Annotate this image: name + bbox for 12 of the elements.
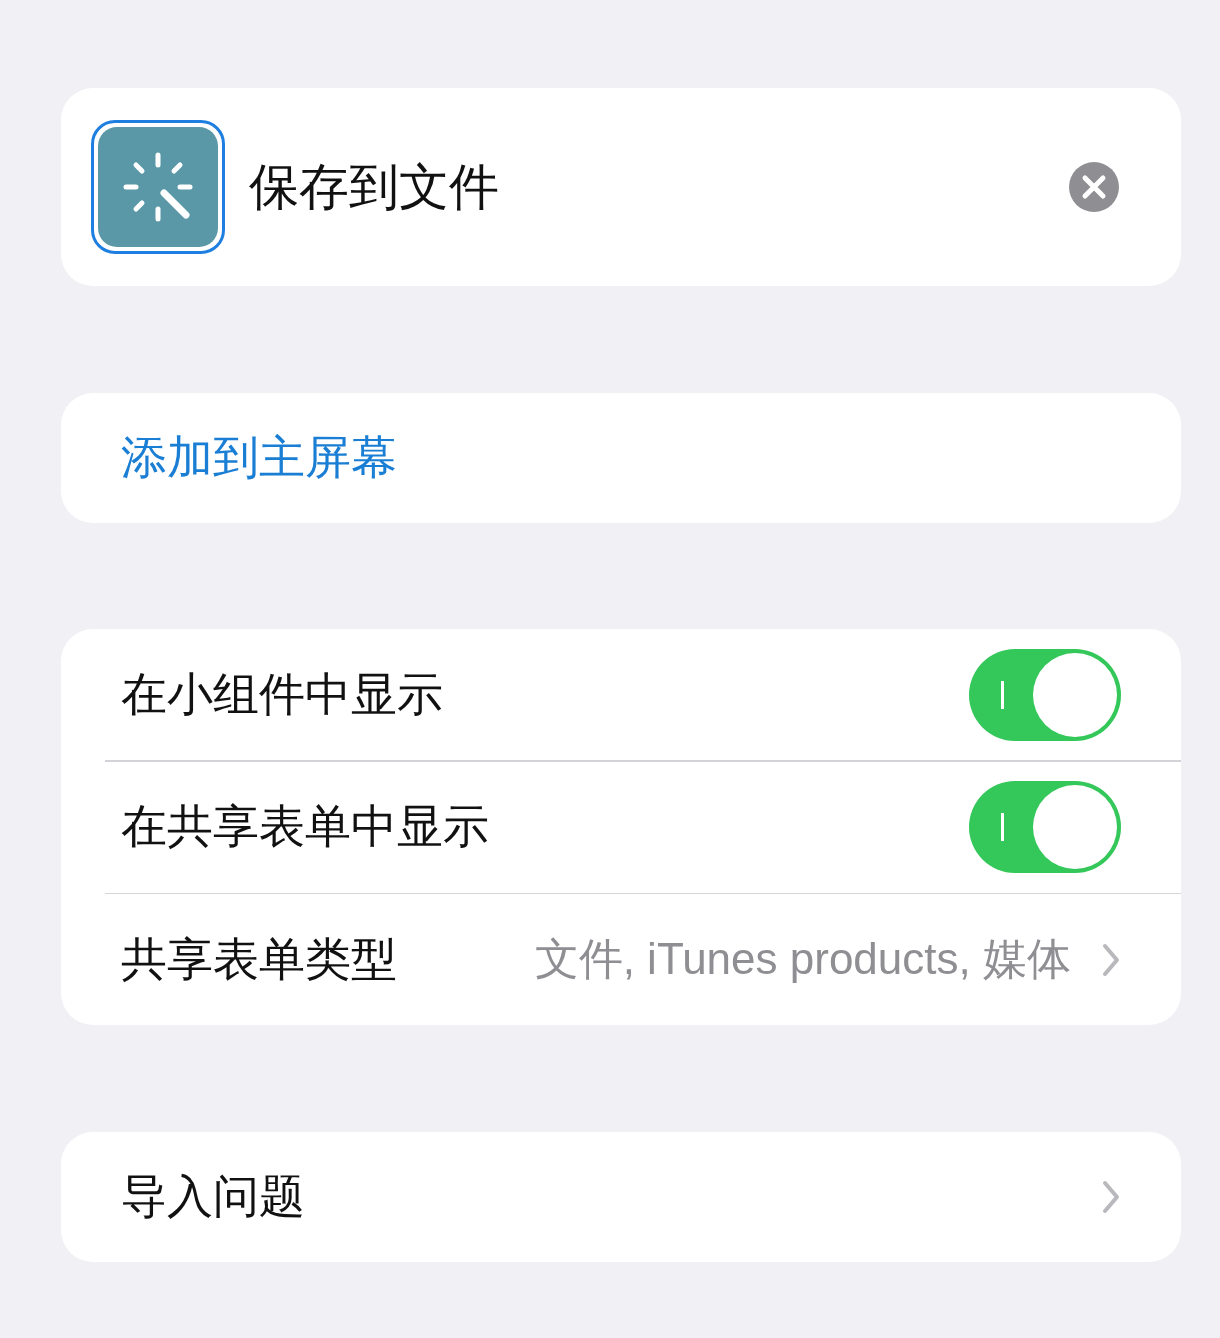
chevron-icon[interactable] <box>1101 941 1121 978</box>
setting-label: 在共享表单中显示 <box>121 799 490 854</box>
chevron-icon[interactable] <box>1101 1179 1121 1215</box>
setting-label: 共享表单类型 <box>121 931 398 987</box>
shortcut-icon[interactable] <box>91 120 225 254</box>
setting-value: 文件, iTunes products, 媒体 <box>534 933 1071 985</box>
shortcut-title: 保存到文件 <box>249 157 500 217</box>
add-to-home-screen-link[interactable]: 添加到主屏幕 <box>121 427 397 489</box>
setting-label: 在小组件中显示 <box>121 666 444 722</box>
import-row[interactable]: 导入问题 <box>61 1132 1181 1262</box>
close-icon[interactable] <box>1069 162 1119 212</box>
import-label: 导入问题 <box>121 1169 306 1224</box>
